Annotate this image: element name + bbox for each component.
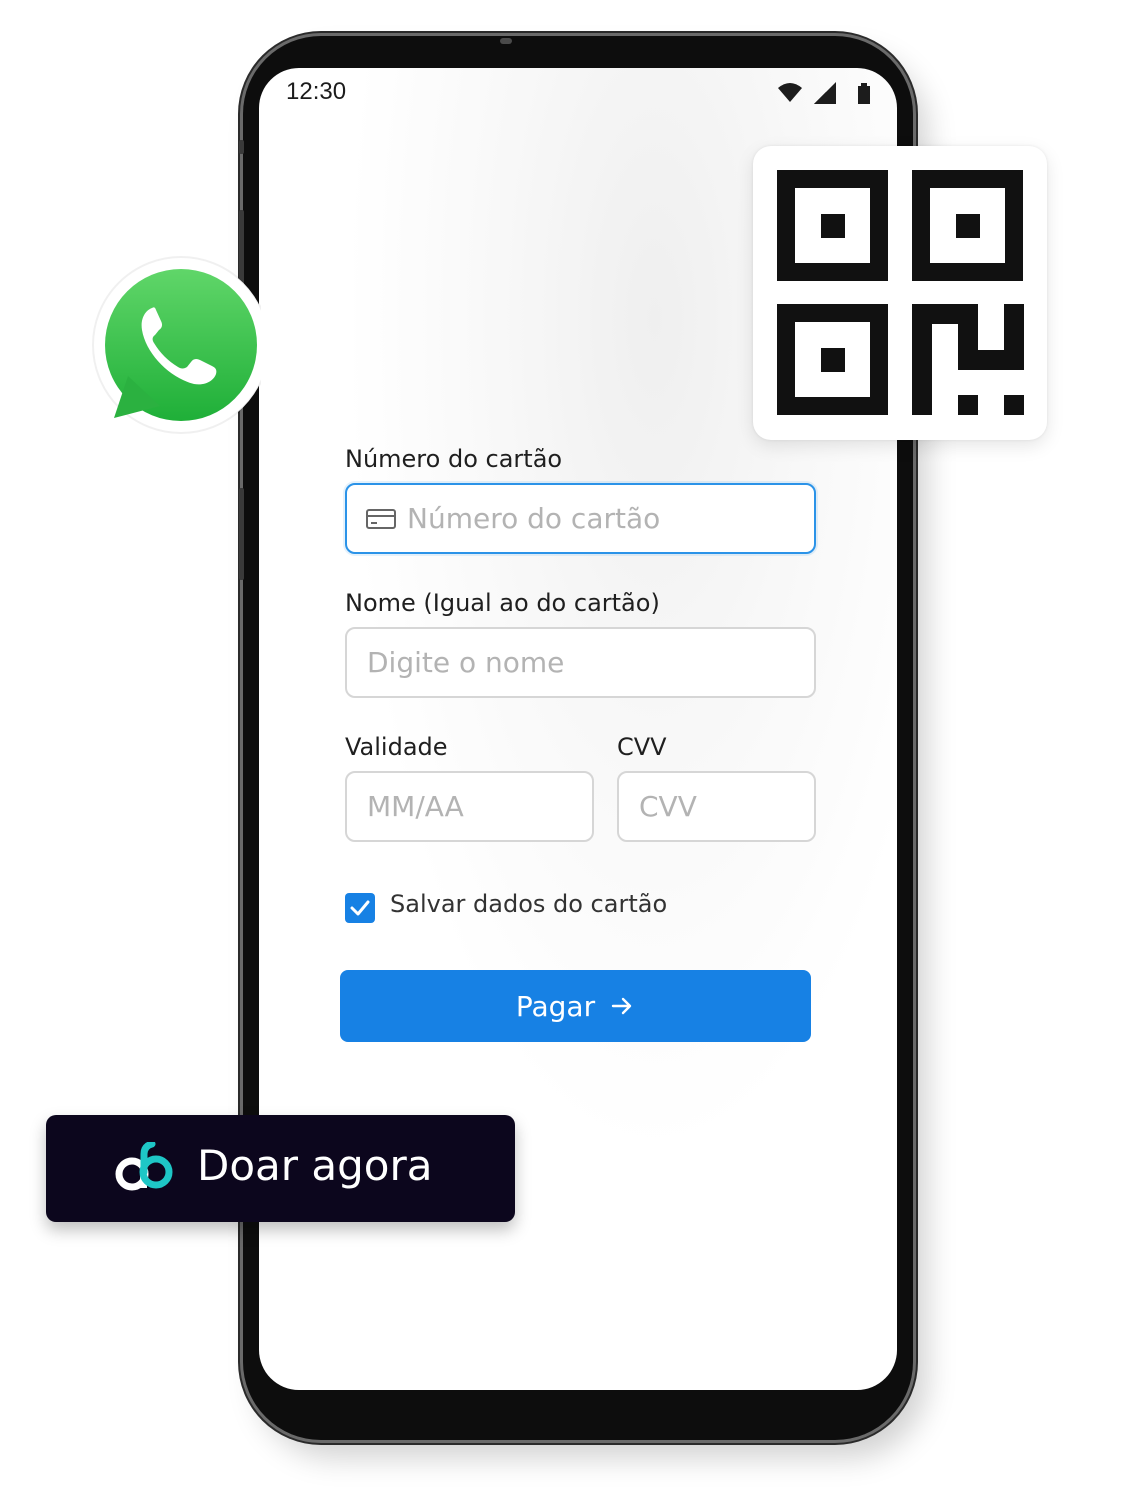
cvv-input[interactable]: CVV [617,771,816,842]
phone-power-button [239,488,244,580]
expiry-label: Validade [345,733,448,761]
signal-icon [814,82,836,104]
battery-icon [858,83,870,104]
status-icons [778,82,870,104]
name-placeholder: Digite o nome [367,646,565,679]
cvv-placeholder: CVV [639,790,697,823]
status-time: 12:30 [286,78,347,105]
save-card-label: Salvar dados do cartão [390,890,668,918]
qr-code-icon [777,170,1024,415]
card-number-label: Número do cartão [345,445,563,473]
credit-card-icon [366,508,396,529]
name-input[interactable]: Digite o nome [345,627,816,698]
wifi-icon [778,83,802,102]
phone-speaker [500,38,512,44]
brand-logo [115,1142,173,1191]
donate-button-label: Doar agora [197,1141,433,1190]
expiry-placeholder: MM/AA [367,790,464,823]
expiry-input[interactable]: MM/AA [345,771,594,842]
pay-button-label: Pagar [515,989,596,1023]
phone-side-button [239,140,244,154]
pay-button[interactable]: Pagar [340,970,811,1042]
save-card-checkbox[interactable] [345,893,375,923]
stage: 12:30 Número do cartão Número do cartão … [0,0,1147,1500]
cvv-label: CVV [617,733,667,761]
arrow-right-icon [611,997,632,1015]
whatsapp-icon[interactable] [86,250,261,450]
card-number-input[interactable]: Número do cartão [345,483,816,554]
checkmark-icon [350,900,370,916]
card-number-placeholder: Número do cartão [407,502,661,535]
name-label: Nome (Igual ao do cartão) [345,589,660,617]
qr-code-card [753,146,1047,440]
